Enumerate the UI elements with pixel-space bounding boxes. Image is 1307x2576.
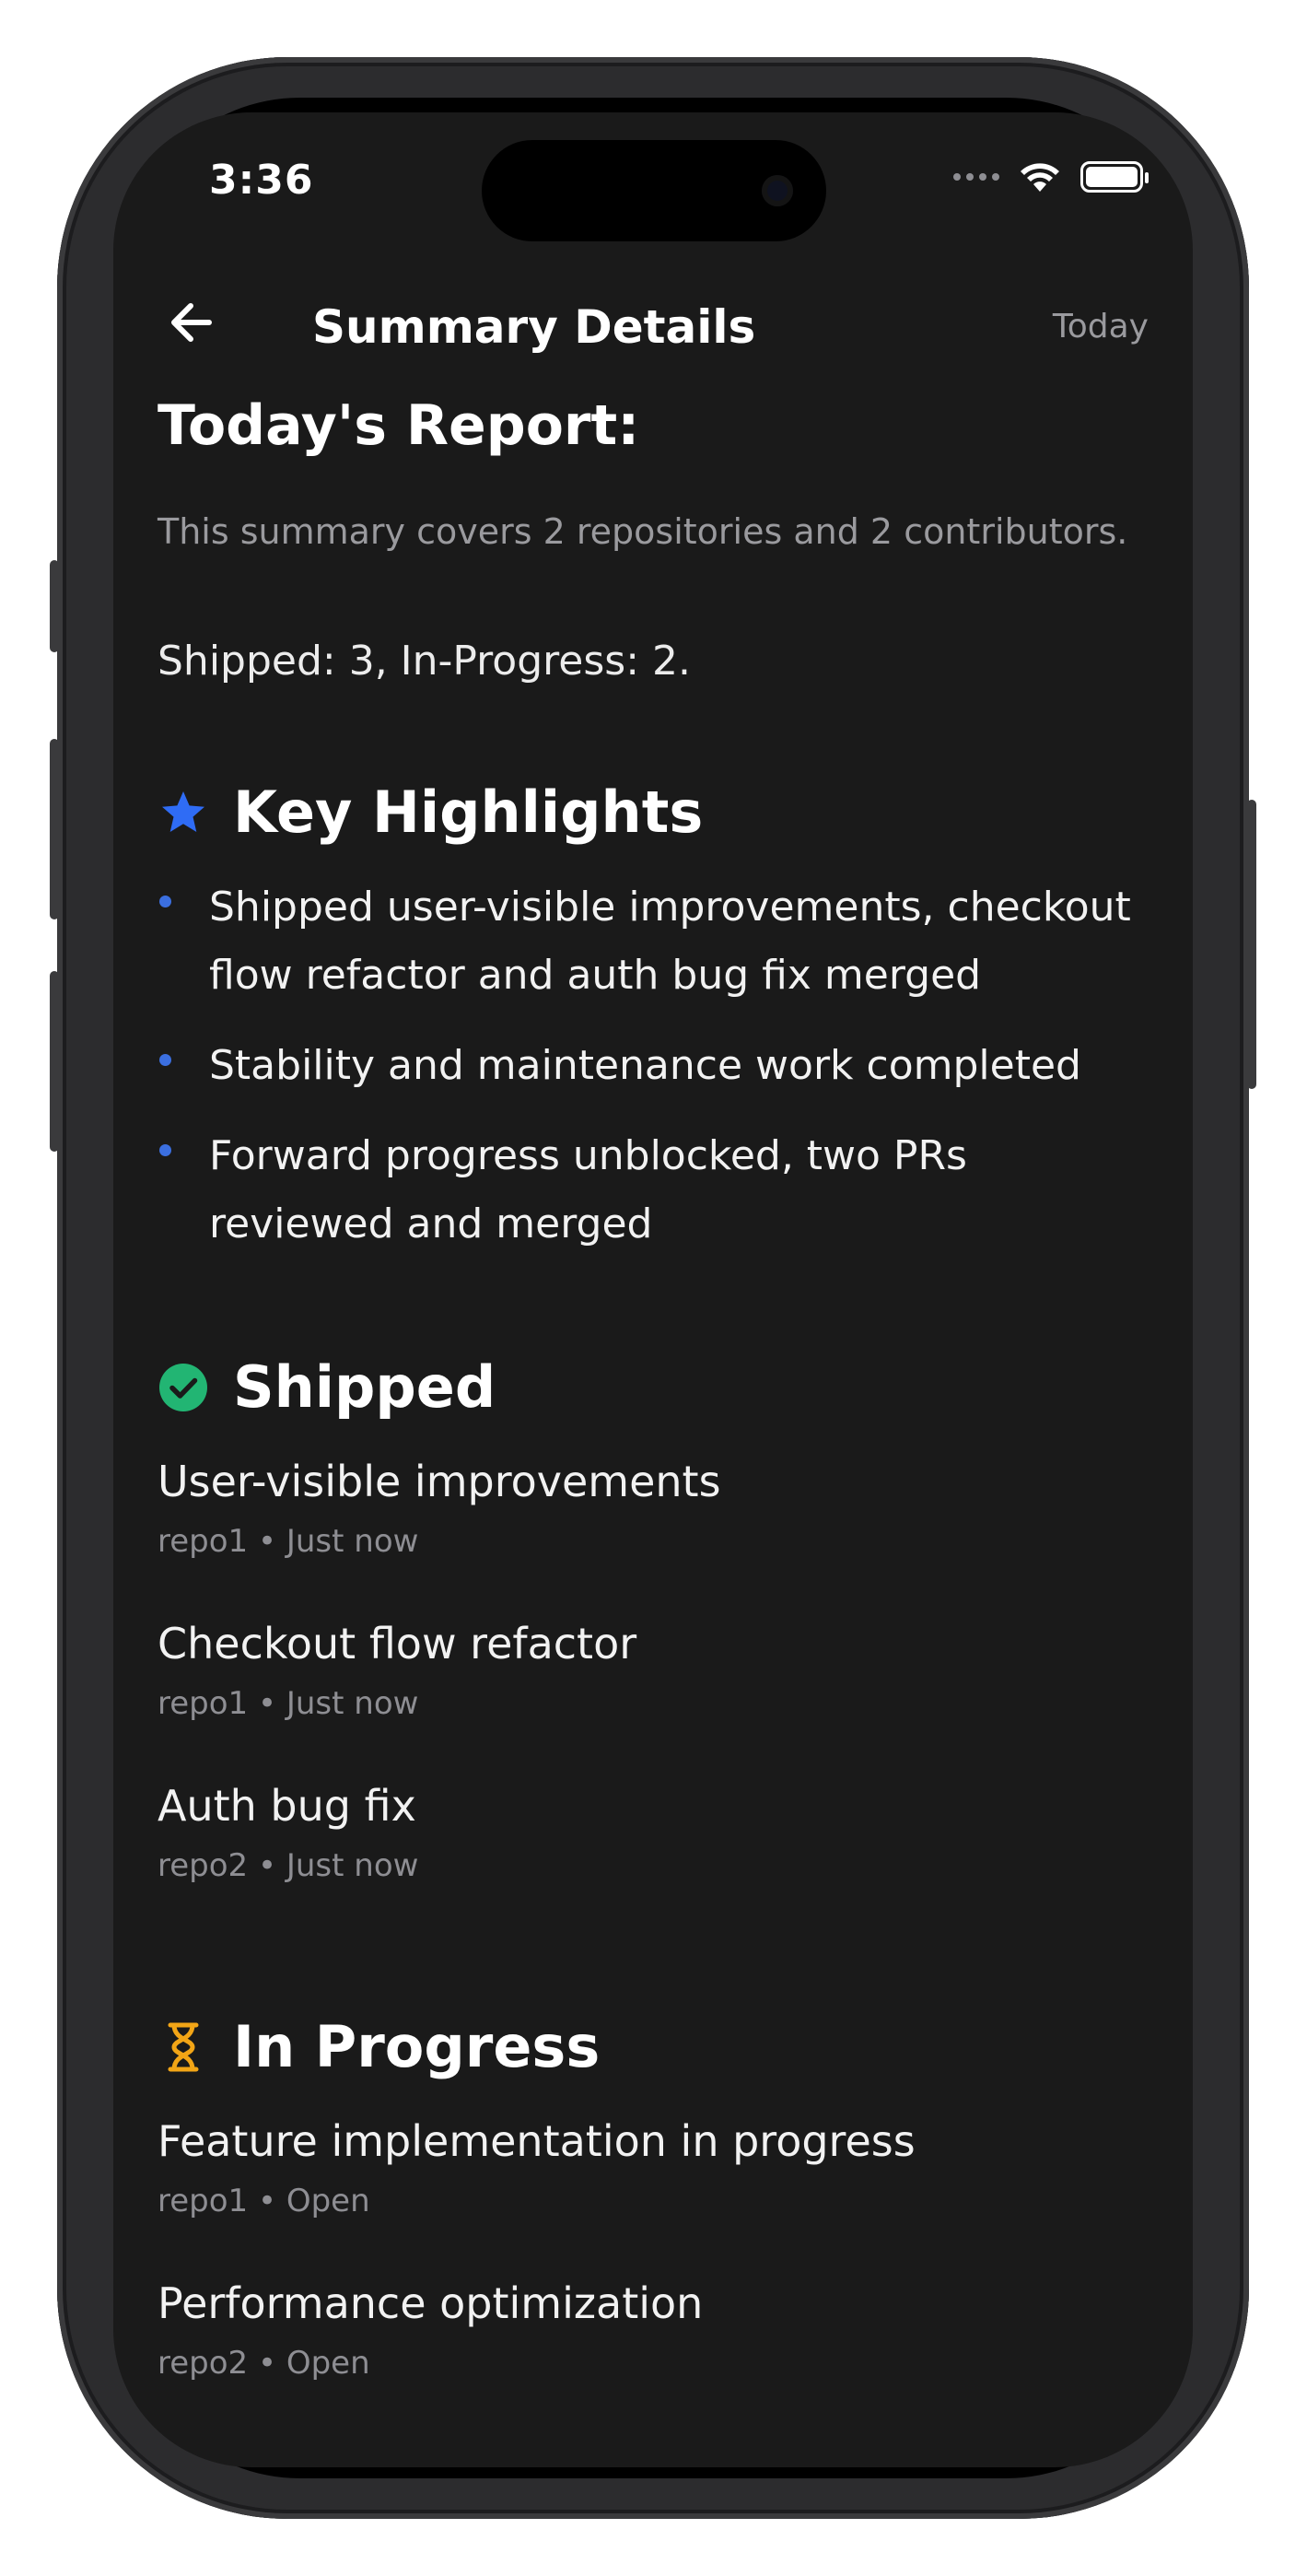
highlight-text: Shipped user-visible improvements, check… — [209, 884, 1131, 999]
item-meta: repo2 • Just now — [158, 1847, 419, 1884]
list-item[interactable]: User-visible improvements repo1 • Just n… — [158, 1452, 1161, 1566]
hourglass-icon — [158, 2021, 209, 2073]
check-circle-icon — [158, 1362, 209, 1413]
date-filter-label[interactable]: Today — [1053, 308, 1149, 345]
key-highlights-section: Key Highlights Shipped user-visible impr… — [158, 776, 1161, 1259]
volume-up-button — [50, 739, 59, 919]
item-meta: repo2 • Open — [158, 2345, 370, 2382]
key-highlights-header: Key Highlights — [158, 776, 1161, 849]
nav-bar: Summary Details Today — [113, 276, 1193, 369]
item-title: Auth bug fix — [158, 1781, 416, 1831]
item-title: Feature implementation in progress — [158, 2116, 916, 2166]
camera-icon — [762, 175, 793, 206]
shipped-title: Shipped — [233, 1353, 496, 1421]
status-indicators — [953, 160, 1149, 193]
report-title: Today's Report: — [158, 393, 640, 458]
shipped-header: Shipped — [158, 1351, 1161, 1424]
in-progress-title: In Progress — [233, 2013, 601, 2080]
summary-content: Today's Report: This summary covers 2 re… — [158, 389, 1161, 2388]
key-highlights-title: Key Highlights — [233, 779, 704, 846]
dynamic-island — [482, 140, 826, 241]
report-stats: Shipped: 3, In-Progress: 2. — [158, 638, 691, 685]
item-meta: repo1 • Open — [158, 2183, 370, 2219]
list-item[interactable]: Auth bug fix repo2 • Just now — [158, 1776, 1161, 1891]
shipped-list: User-visible improvements repo1 • Just n… — [158, 1452, 1161, 1891]
app-screen: 3:36 Summary Details Today Today's Repor… — [113, 112, 1193, 2467]
bullet-dot-icon — [159, 1054, 171, 1066]
item-meta: repo1 • Just now — [158, 1685, 419, 1722]
status-time: 3:36 — [209, 157, 314, 204]
bullet-dot-icon — [159, 896, 171, 907]
item-meta: repo1 • Just now — [158, 1523, 419, 1560]
shipped-section: Shipped User-visible improvements repo1 … — [158, 1351, 1161, 1891]
report-subtitle: This summary covers 2 repositories and 2… — [158, 511, 1128, 552]
list-item[interactable]: Feature implementation in progress repo1… — [158, 2112, 1161, 2226]
in-progress-header: In Progress — [158, 2010, 1161, 2084]
highlight-text: Forward progress unblocked, two PRs revi… — [209, 1132, 967, 1247]
star-icon — [158, 787, 209, 838]
cellular-signal-icon — [953, 173, 999, 181]
highlight-text: Stability and maintenance work completed — [209, 1042, 1081, 1089]
list-item: Stability and maintenance work completed — [158, 1032, 1161, 1100]
item-title: Performance optimization — [158, 2278, 704, 2328]
item-title: Checkout flow refactor — [158, 1619, 637, 1669]
battery-icon — [1080, 161, 1149, 193]
bullet-dot-icon — [159, 1144, 171, 1156]
list-item[interactable]: Performance optimization repo2 • Open — [158, 2274, 1161, 2388]
page-title: Summary Details — [312, 300, 756, 354]
in-progress-list: Feature implementation in progress repo1… — [158, 2112, 1161, 2388]
volume-down-button — [50, 971, 59, 1152]
wifi-icon — [1021, 163, 1059, 192]
list-item[interactable]: Checkout flow refactor repo1 • Just now — [158, 1614, 1161, 1728]
highlights-list: Shipped user-visible improvements, check… — [158, 873, 1161, 1259]
action-button — [50, 560, 59, 652]
list-item: Forward progress unblocked, two PRs revi… — [158, 1122, 1161, 1259]
list-item: Shipped user-visible improvements, check… — [158, 873, 1161, 1010]
in-progress-section: In Progress Feature implementation in pr… — [158, 2010, 1161, 2388]
power-button — [1247, 800, 1256, 1089]
item-title: User-visible improvements — [158, 1457, 721, 1506]
back-arrow-icon[interactable] — [165, 297, 220, 348]
